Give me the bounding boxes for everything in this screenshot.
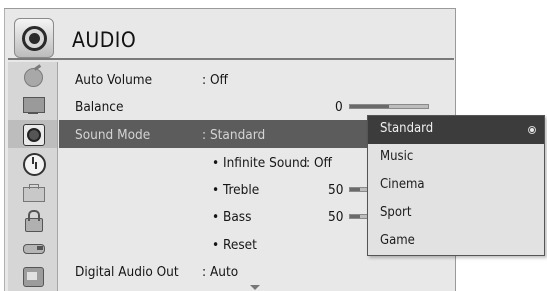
satellite-dish-icon [22, 66, 44, 87]
infinite-sound-label[interactable]: • Infinite Sound [212, 154, 307, 172]
sidebar-item-option[interactable] [8, 178, 57, 206]
balance-value: 0 [335, 99, 343, 115]
option-cinema[interactable]: Cinema [368, 172, 544, 200]
sidebar-item-audio[interactable] [8, 120, 57, 148]
balance-slider-fill [350, 105, 389, 108]
treble-value: 50 [328, 182, 344, 198]
clock-icon [22, 153, 46, 176]
sidebar-item-lock[interactable] [8, 206, 57, 234]
utility-icon [22, 266, 44, 287]
bass-slider-fill [350, 215, 360, 218]
input-plug-icon [22, 238, 45, 258]
auto-volume-label[interactable]: Auto Volume [75, 71, 152, 89]
bass-label[interactable]: • Bass [212, 208, 251, 226]
lock-icon [22, 210, 44, 232]
bass-value: 50 [328, 209, 344, 225]
monitor-icon [22, 95, 45, 115]
auto-volume-value: : Off [202, 72, 228, 88]
sound-mode-value: : Standard [202, 127, 266, 143]
page-title: AUDIO [72, 28, 137, 52]
speaker-icon [14, 18, 54, 58]
sound-mode-dropdown[interactable]: Standard Music Cinema Sport Game [367, 115, 545, 256]
balance-label[interactable]: Balance [75, 98, 123, 116]
option-sport[interactable]: Sport [368, 200, 544, 228]
briefcase-icon [22, 182, 45, 202]
sidebar-item-input[interactable] [8, 234, 57, 262]
sidebar-item-channel[interactable] [8, 62, 57, 90]
treble-slider-fill [350, 188, 360, 191]
sidebar-item-picture[interactable] [8, 91, 57, 119]
infinite-sound-value: : Off [306, 155, 332, 171]
digital-audio-out-value: : Auto [202, 264, 239, 280]
selected-radio-icon [528, 126, 536, 134]
reset-item[interactable]: • Reset [212, 236, 257, 254]
panel-top-border [4, 8, 456, 9]
balance-slider[interactable] [349, 104, 429, 109]
treble-label[interactable]: • Treble [212, 181, 259, 199]
scroll-down-arrow-icon[interactable] [250, 285, 260, 290]
digital-audio-out-label[interactable]: Digital Audio Out [75, 263, 179, 281]
sidebar-item-utility[interactable] [8, 262, 57, 290]
sound-mode-label[interactable]: Sound Mode [75, 126, 150, 144]
sidebar-item-time[interactable] [8, 149, 57, 177]
speaker-icon [22, 124, 45, 146]
header-divider [8, 58, 454, 60]
option-music[interactable]: Music [368, 144, 544, 172]
option-standard[interactable]: Standard [368, 116, 544, 144]
option-game[interactable]: Game [368, 228, 544, 256]
